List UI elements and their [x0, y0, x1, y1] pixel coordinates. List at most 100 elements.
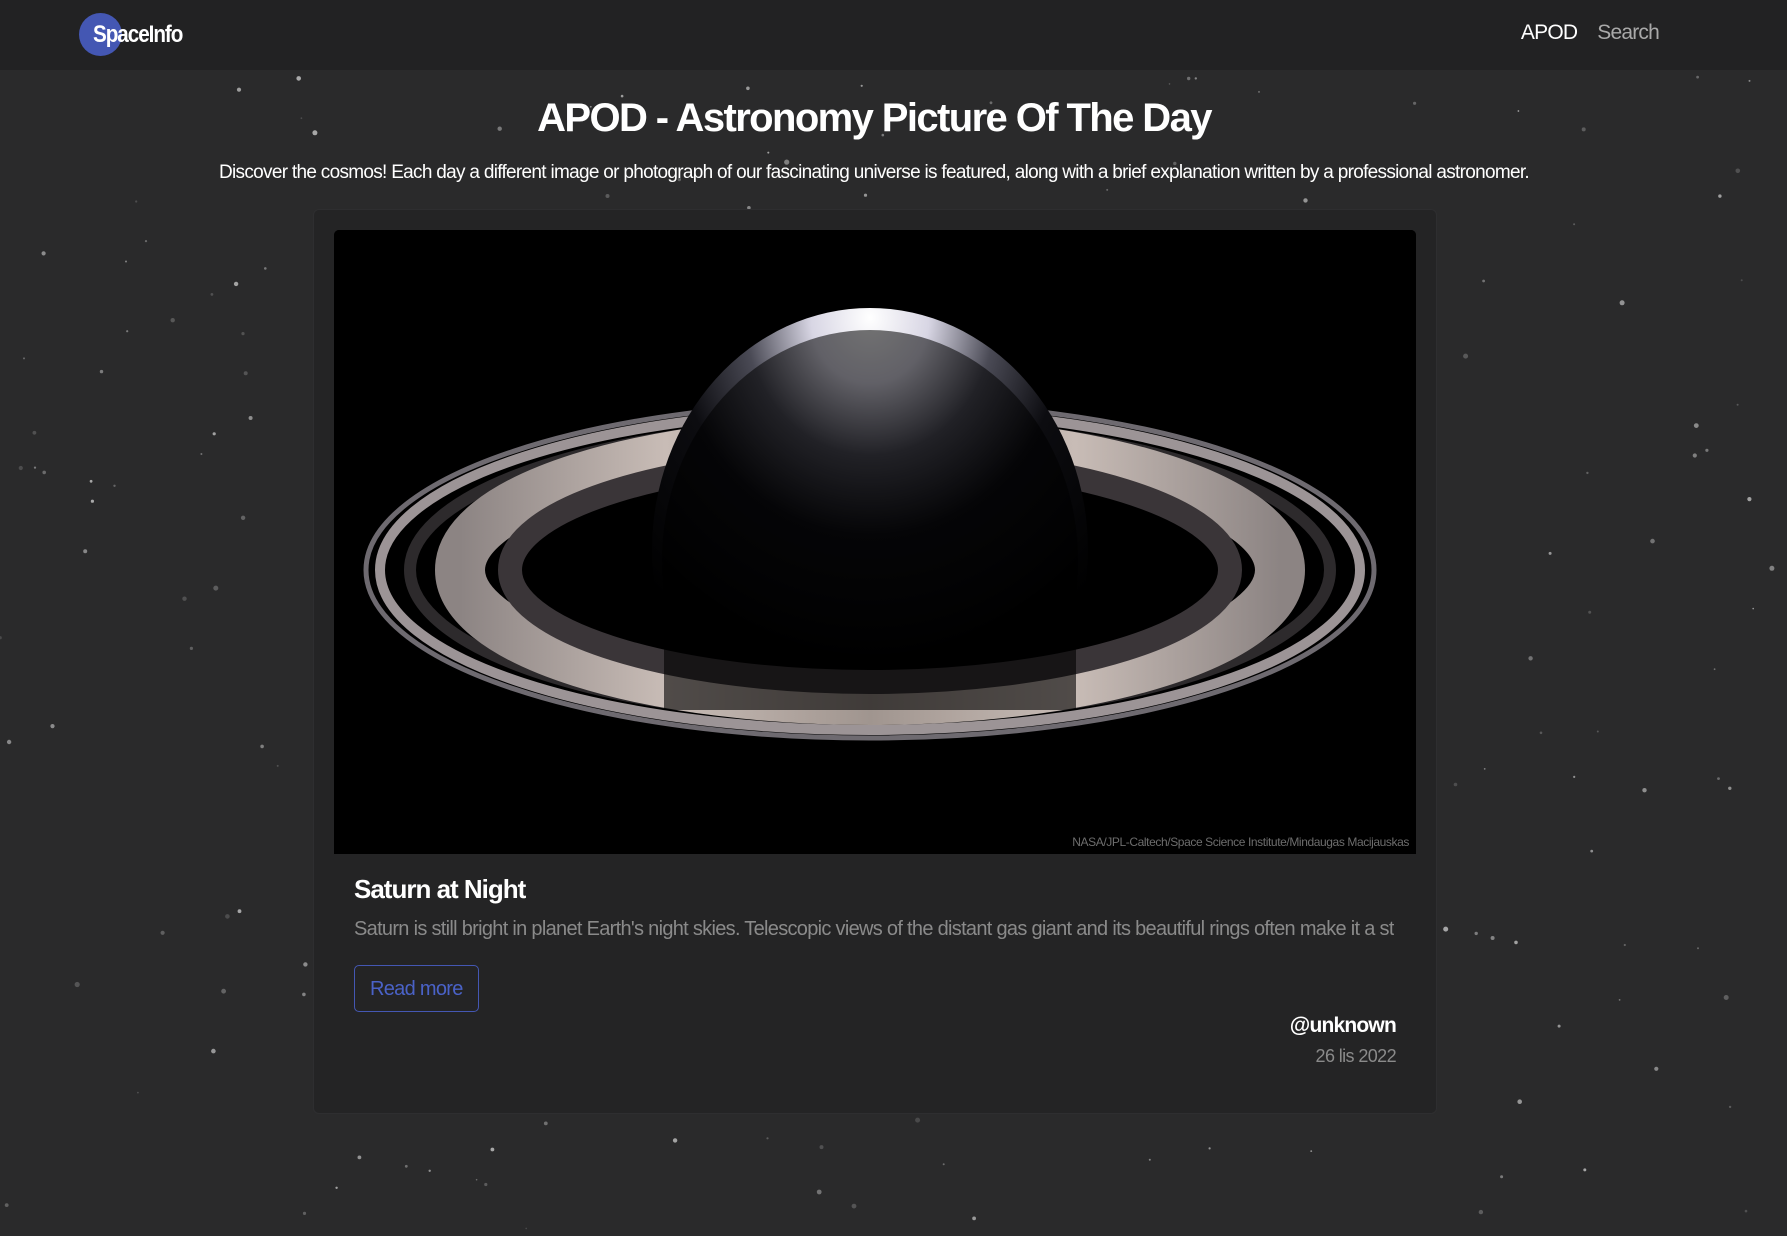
star-dot — [1482, 279, 1485, 283]
star-dot — [1583, 1168, 1587, 1172]
star-dot — [1443, 926, 1449, 932]
star-dot — [1194, 77, 1198, 80]
star-dot — [243, 371, 248, 376]
star-dot — [1490, 936, 1495, 940]
card-title: Saturn at Night — [354, 874, 526, 904]
star-dot — [525, 1227, 527, 1230]
nav-link-search[interactable]: Search — [1597, 21, 1660, 45]
star-dot — [1168, 83, 1171, 85]
star-dot — [1310, 1150, 1313, 1152]
star-dot — [6, 739, 12, 745]
star-dot — [1618, 999, 1621, 1001]
star-dot — [484, 1182, 488, 1187]
star-dot — [99, 369, 104, 374]
star-dot — [1623, 943, 1626, 947]
star-dot — [766, 1137, 769, 1140]
apod-image[interactable]: NASA/JPL-Caltech/Space Science Institute… — [334, 230, 1416, 854]
star-dot — [83, 549, 88, 554]
star-dot — [543, 1121, 548, 1126]
star-dot — [1590, 849, 1594, 853]
star-dot — [1517, 1099, 1522, 1104]
star-dot — [221, 988, 227, 994]
star-dot — [302, 1211, 307, 1215]
star-dot — [276, 764, 279, 767]
star-dot — [1478, 1209, 1484, 1215]
star-dot — [1528, 656, 1533, 661]
star-dot — [404, 1164, 408, 1168]
star-dot — [18, 465, 23, 471]
star-dot — [1148, 1158, 1151, 1161]
star-dot — [135, 200, 138, 203]
star-dot — [1557, 1024, 1561, 1028]
star-dot — [672, 1138, 678, 1143]
star-dot — [767, 151, 770, 154]
star-dot — [113, 484, 116, 487]
star-dot — [1650, 538, 1655, 544]
star-dot — [42, 470, 46, 475]
star-dot — [23, 357, 25, 360]
star-dot — [860, 84, 863, 87]
star-dot — [1717, 777, 1720, 780]
star-dot — [303, 962, 308, 967]
star-dot — [1588, 610, 1592, 614]
star-dot — [296, 76, 302, 81]
star-dot — [1713, 668, 1716, 671]
star-dot — [1474, 931, 1478, 936]
star-dot — [0, 636, 2, 640]
star-dot — [1539, 731, 1543, 735]
nav-link-apod[interactable]: APOD — [1521, 21, 1578, 45]
star-dot — [1463, 353, 1469, 359]
star-dot — [189, 646, 193, 651]
star-dot — [1654, 1066, 1659, 1071]
image-credit: NASA/JPL-Caltech/Space Science Institute… — [1072, 835, 1409, 849]
star-dot — [248, 416, 253, 420]
page-title: APOD - Astronomy Picture Of The Day — [537, 96, 1212, 140]
star-dot — [746, 86, 750, 91]
star-dot — [170, 318, 175, 323]
apod-card: NASA/JPL-Caltech/Space Science Institute… — [313, 209, 1437, 1114]
star-dot — [41, 251, 46, 256]
read-more-button[interactable]: Read more — [354, 965, 479, 1012]
star-dot — [1500, 1175, 1504, 1179]
star-dot — [4, 1203, 9, 1207]
star-dot — [1258, 90, 1260, 93]
star-dot — [1483, 768, 1486, 770]
saturn-image — [334, 230, 1416, 854]
star-dot — [1769, 565, 1775, 571]
star-dot — [1744, 1209, 1748, 1213]
card-description: Saturn is still bright in planet Earth's… — [354, 918, 1394, 940]
star-dot — [1303, 198, 1308, 203]
star-dot — [90, 499, 94, 503]
star-dot — [200, 453, 203, 455]
star-dot — [160, 930, 165, 935]
star-dot — [1596, 730, 1599, 733]
star-dot — [490, 1147, 495, 1152]
star-dot — [1696, 75, 1699, 79]
star-dot — [863, 193, 868, 197]
star-dot — [605, 194, 610, 198]
star-dot — [1747, 497, 1752, 502]
brand-name: SpaceInfo — [93, 21, 183, 48]
star-dot — [32, 430, 37, 435]
star-dot — [816, 1189, 822, 1195]
brand-logo[interactable]: SpaceInfo — [79, 13, 197, 57]
star-dot — [1573, 223, 1576, 226]
page-subtitle: Discover the cosmos! Each day a differen… — [219, 162, 1530, 183]
star-dot — [1693, 423, 1699, 428]
star-dot — [212, 432, 216, 436]
star-dot — [1748, 79, 1751, 82]
star-dot — [1548, 551, 1552, 555]
star-dot — [1705, 448, 1709, 452]
star-dot — [1752, 607, 1754, 610]
nav-links: APOD Search — [1521, 21, 1660, 45]
post-date: 26 lis 2022 — [1315, 1046, 1397, 1066]
star-dot — [972, 1216, 976, 1221]
star-dot — [1692, 453, 1697, 458]
star-dot — [137, 1091, 139, 1094]
star-dot — [1697, 947, 1699, 950]
star-dot — [236, 87, 242, 92]
star-dot — [182, 596, 187, 601]
star-dot — [915, 1117, 921, 1123]
star-dot — [213, 585, 219, 591]
star-dot — [50, 724, 55, 729]
